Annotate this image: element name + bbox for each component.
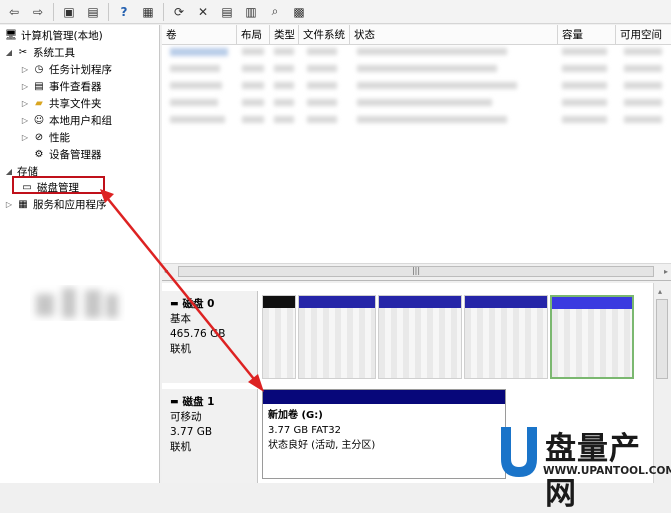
navigation-tree: 🖥 计算机管理(本地) ◢ ✂ 系统工具 ▷ ◷ 任务计划程序 ▷ ▤ 事件查看… bbox=[0, 25, 160, 483]
scrollbar-thumb[interactable]: ||| bbox=[178, 266, 654, 277]
clock-icon: ◷ bbox=[34, 64, 44, 75]
usb-volume-g[interactable]: 新加卷 (G:) 3.77 GB FAT32 状态良好 (活动, 主分区) bbox=[262, 389, 506, 479]
usb-volume-bar bbox=[263, 390, 505, 404]
disk0-label[interactable]: ▬ 磁盘 0 基本 465.76 GB 联机 bbox=[162, 291, 258, 383]
column-header-layout[interactable]: 布局 bbox=[237, 25, 270, 44]
disk1-status: 联机 bbox=[170, 441, 191, 453]
forward-icon[interactable]: ⇨ bbox=[28, 2, 48, 22]
tree-item-label: 系统工具 bbox=[33, 47, 75, 59]
tree-item-label: 共享文件夹 bbox=[49, 98, 102, 110]
help-icon[interactable]: ? bbox=[114, 2, 134, 22]
usb-volume-state: 状态良好 (活动, 主分区) bbox=[268, 440, 376, 451]
tree-item-label: 服务和应用程序 bbox=[33, 199, 107, 211]
expand-arrow-icon[interactable]: ▷ bbox=[20, 133, 30, 142]
disk-icon: ▬ bbox=[170, 397, 179, 407]
refresh-icon[interactable]: ⟳ bbox=[169, 2, 189, 22]
column-header-filesystem[interactable]: 文件系统 bbox=[299, 25, 350, 44]
disk0-partition[interactable] bbox=[464, 295, 548, 379]
scroll-up-icon[interactable]: ▴ bbox=[658, 287, 662, 296]
tree-item-label: 本地用户和组 bbox=[49, 115, 112, 127]
disk0-title: ▬ 磁盘 0 bbox=[170, 297, 257, 312]
tree-item-label: 事件查看器 bbox=[49, 81, 102, 93]
horizontal-scrollbar[interactable]: ◂ ||| ▸ bbox=[162, 263, 671, 280]
back-icon[interactable]: ⇦ bbox=[4, 2, 24, 22]
disk0-partition[interactable] bbox=[298, 295, 376, 379]
tree-item-shared-folders[interactable]: ▷ ▰ 共享文件夹 bbox=[20, 95, 102, 112]
column-header-type[interactable]: 类型 bbox=[270, 25, 299, 44]
disk1-title: ▬ 磁盘 1 bbox=[170, 395, 257, 410]
disk-management-highlight bbox=[12, 176, 105, 194]
tree-item-local-users[interactable]: ▷ ☺ 本地用户和组 bbox=[20, 112, 112, 129]
logo-url-text: WWW.UPANTOOL.COM bbox=[543, 465, 671, 477]
collapse-arrow-icon[interactable]: ◢ bbox=[4, 167, 14, 176]
column-header-row: 卷 布局 类型 文件系统 状态 容量 可用空间 bbox=[162, 25, 671, 45]
toolbar-separator bbox=[163, 2, 164, 21]
tree-item-device-manager[interactable]: ⚙ 设备管理器 bbox=[30, 146, 102, 163]
services-icon: ▦ bbox=[18, 199, 28, 210]
disk0-title-text: 磁盘 0 bbox=[182, 298, 215, 310]
disk1-type: 可移动 bbox=[170, 411, 202, 423]
up-folder-icon[interactable]: ▣ bbox=[59, 2, 79, 22]
disk0-size: 465.76 GB bbox=[170, 328, 226, 340]
column-header-capacity[interactable]: 容量 bbox=[558, 25, 616, 44]
users-icon: ☺ bbox=[33, 115, 45, 126]
open-icon[interactable]: ▥ bbox=[241, 2, 261, 22]
column-header-volume[interactable]: 卷 bbox=[162, 25, 237, 44]
blurred-volume-rows bbox=[170, 48, 662, 123]
tree-item-root[interactable]: 🖥 计算机管理(本地) bbox=[2, 27, 103, 44]
disk1-title-text: 磁盘 1 bbox=[182, 396, 215, 408]
shared-folder-icon: ▰ bbox=[35, 98, 43, 109]
site-logo: 盘量产网 WWW.UPANTOOL.COM bbox=[493, 421, 671, 512]
search-icon[interactable]: ⌕ bbox=[265, 2, 285, 22]
expand-arrow-icon[interactable]: ▷ bbox=[20, 99, 30, 108]
toolbar-separator bbox=[53, 2, 54, 21]
expand-arrow-icon[interactable]: ▷ bbox=[20, 65, 30, 74]
export-icon[interactable]: ▩ bbox=[289, 2, 309, 22]
disk0-partition[interactable] bbox=[378, 295, 462, 379]
blurred-region bbox=[30, 280, 125, 325]
disk0-partition[interactable] bbox=[550, 295, 634, 379]
delete-icon[interactable]: ✕ bbox=[193, 2, 213, 22]
tree-item-system-tools[interactable]: ◢ ✂ 系统工具 bbox=[4, 44, 75, 61]
scroll-right-icon[interactable]: ▸ bbox=[664, 267, 668, 276]
tree-item-label: 性能 bbox=[49, 132, 70, 144]
column-header-free-space[interactable]: 可用空间 bbox=[616, 25, 671, 44]
disk1-size: 3.77 GB bbox=[170, 426, 213, 438]
tree-item-task-scheduler[interactable]: ▷ ◷ 任务计划程序 bbox=[20, 61, 112, 78]
properties-panel-icon[interactable]: ▦ bbox=[138, 2, 158, 22]
tree-item-label: 设备管理器 bbox=[49, 149, 102, 161]
expand-arrow-icon[interactable]: ▷ bbox=[20, 116, 30, 125]
logo-u-mark bbox=[501, 427, 537, 477]
scroll-left-icon[interactable]: ◂ bbox=[164, 267, 168, 276]
tree-item-event-viewer[interactable]: ▷ ▤ 事件查看器 bbox=[20, 78, 102, 95]
vscroll-thumb[interactable] bbox=[656, 299, 668, 379]
event-log-icon: ▤ bbox=[34, 81, 44, 92]
toolbar: ⇦ ⇨ ▣ ▤ ? ▦ ⟳ ✕ ▤ ▥ ⌕ ▩ bbox=[0, 0, 671, 24]
expand-arrow-icon[interactable]: ▷ bbox=[20, 82, 30, 91]
tree-item-label: 计算机管理(本地) bbox=[21, 30, 103, 42]
disk0-partition[interactable] bbox=[262, 295, 296, 379]
disk0-type: 基本 bbox=[170, 313, 191, 325]
disk-icon: ▬ bbox=[170, 299, 179, 309]
disk0-status: 联机 bbox=[170, 343, 191, 355]
computer-icon: 🖥 bbox=[4, 30, 18, 41]
device-manager-icon: ⚙ bbox=[34, 149, 44, 160]
tools-icon: ✂ bbox=[18, 47, 28, 58]
expand-arrow-icon[interactable]: ▷ bbox=[4, 200, 14, 209]
properties-icon[interactable]: ▤ bbox=[217, 2, 237, 22]
volume-list: 卷 布局 类型 文件系统 状态 容量 可用空间 ◂ ||| ▸ bbox=[162, 25, 671, 281]
tree-item-services-apps[interactable]: ▷ ▦ 服务和应用程序 bbox=[4, 196, 107, 213]
show-hide-tree-icon[interactable]: ▤ bbox=[83, 2, 103, 22]
collapse-arrow-icon[interactable]: ◢ bbox=[4, 48, 14, 57]
usb-volume-detail: 3.77 GB FAT32 bbox=[268, 425, 341, 436]
tree-item-performance[interactable]: ▷ ⊘ 性能 bbox=[20, 129, 70, 146]
disk1-label[interactable]: ▬ 磁盘 1 可移动 3.77 GB 联机 bbox=[162, 389, 258, 483]
performance-icon: ⊘ bbox=[34, 132, 44, 143]
toolbar-separator bbox=[108, 2, 109, 21]
usb-volume-name: 新加卷 (G:) bbox=[268, 410, 323, 421]
column-header-status[interactable]: 状态 bbox=[350, 25, 558, 44]
tree-item-label: 任务计划程序 bbox=[49, 64, 112, 76]
